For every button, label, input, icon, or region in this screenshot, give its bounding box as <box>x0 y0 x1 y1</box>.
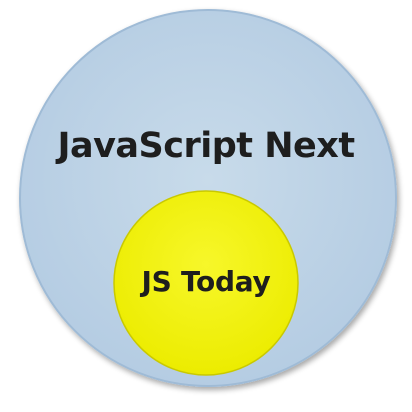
inner-circle-label: JS Today <box>141 265 271 298</box>
diagram-canvas <box>19 9 397 387</box>
nested-circle-diagram: JavaScript Next JS Today <box>0 0 412 408</box>
outer-circle-label: JavaScript Next <box>57 126 355 166</box>
